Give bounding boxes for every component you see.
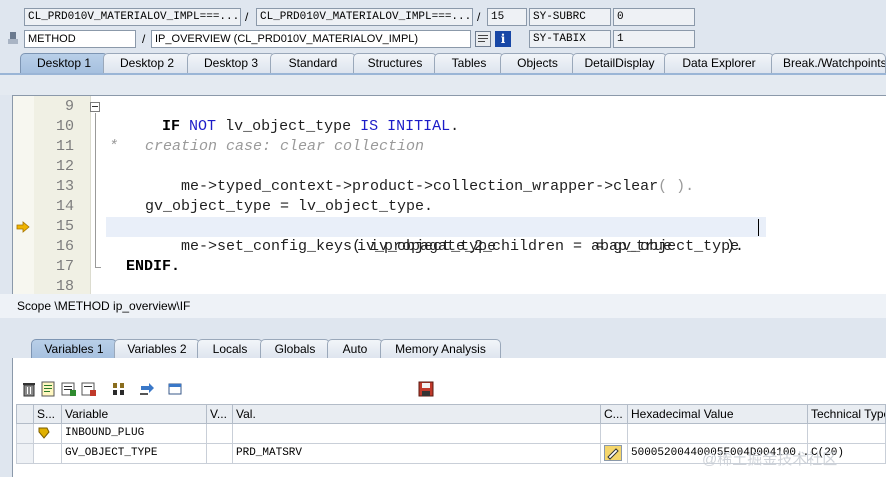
- table-row-change[interactable]: [601, 444, 628, 464]
- tab-globals[interactable]: Globals: [260, 339, 330, 359]
- table-row-v: [207, 444, 233, 464]
- method-icon: [6, 31, 20, 45]
- table-row-value[interactable]: PRD_MATSRV: [233, 444, 601, 464]
- variables-tab-strip: Variables 1 Variables 2 Locals Globals A…: [0, 339, 886, 359]
- table-row-change: [601, 424, 628, 444]
- delete-icon[interactable]: [21, 381, 37, 397]
- table-row-v: [207, 424, 233, 444]
- program-field-left[interactable]: CL_PRD010V_MATERIALOV_IMPL===...: [24, 8, 241, 26]
- transfer-icon[interactable]: [139, 381, 155, 397]
- grid-corner[interactable]: [16, 404, 34, 424]
- tab-tables[interactable]: Tables: [434, 53, 504, 73]
- tab-auto[interactable]: Auto: [327, 339, 383, 359]
- text-view-icon[interactable]: [40, 381, 56, 397]
- separator: /: [142, 32, 146, 46]
- code-line-16: iv_propagate_2_children = abap_true ).: [357, 238, 745, 255]
- tab-variables-2[interactable]: Variables 2: [114, 339, 200, 359]
- tab-desktop-2[interactable]: Desktop 2: [103, 53, 191, 73]
- sysvar-value-field[interactable]: 0: [613, 8, 695, 26]
- sysvar-name-field[interactable]: SY-SUBRC: [529, 8, 611, 26]
- separator: /: [477, 10, 481, 24]
- col-header-change[interactable]: C...: [601, 404, 628, 424]
- detail-icon[interactable]: [61, 381, 77, 397]
- col-header-technical-type[interactable]: Technical Type: [808, 404, 886, 424]
- source-code-icon[interactable]: [475, 31, 491, 47]
- fold-end-mark: [95, 267, 101, 268]
- col-header-variable[interactable]: Variable: [62, 404, 207, 424]
- program-field-right[interactable]: CL_PRD010V_MATERIALOV_IMPL===...: [256, 8, 473, 26]
- col-header-status[interactable]: S...: [34, 404, 62, 424]
- tab-desktop-3[interactable]: Desktop 3: [187, 53, 275, 73]
- keyword: IS: [360, 118, 379, 135]
- line-number-field[interactable]: 15: [487, 8, 527, 26]
- line-number: 10: [55, 118, 74, 135]
- event-name-field[interactable]: IP_OVERVIEW (CL_PRD010V_MATERIALOV_IMPL): [151, 30, 471, 48]
- line-number: 14: [55, 198, 74, 215]
- keyword: IF: [162, 118, 181, 135]
- line-number: 16: [55, 238, 74, 255]
- line-number: 13: [55, 178, 74, 195]
- sysvar-name-field-2[interactable]: SY-TABIX: [529, 30, 611, 48]
- method-call: me->set_config_keys: [181, 238, 353, 255]
- tab-memory-analysis[interactable]: Memory Analysis: [380, 339, 501, 359]
- line-number: 18: [55, 278, 74, 295]
- breakpoint-gutter[interactable]: [13, 96, 35, 295]
- tab-structures[interactable]: Structures: [353, 53, 437, 73]
- swap-icon[interactable]: [111, 381, 127, 397]
- punctuation: .: [450, 118, 460, 135]
- parens: ( ).: [658, 178, 695, 195]
- method-chain: me->typed_context->product->collection_w…: [181, 178, 659, 195]
- tab-variables-1[interactable]: Variables 1: [31, 339, 117, 359]
- current-statement-arrow-icon: [16, 221, 30, 233]
- line-number: 17: [55, 258, 74, 275]
- table-row-value[interactable]: [233, 424, 601, 444]
- tab-breakpoints[interactable]: Break./Watchpoints: [771, 53, 886, 73]
- watermark: @稀土掘金技术社区: [702, 451, 838, 468]
- tab-standard[interactable]: Standard: [270, 53, 356, 73]
- col-header-v[interactable]: V...: [207, 404, 233, 424]
- status-cell: [34, 424, 62, 444]
- line-number: 12: [55, 158, 74, 175]
- tab-objects[interactable]: Objects: [500, 53, 575, 73]
- new-tab-icon[interactable]: [167, 381, 183, 397]
- tab-desktop-1[interactable]: Desktop 1: [20, 53, 108, 73]
- save-icon[interactable]: [418, 381, 434, 397]
- identifier: lv_object_type: [225, 118, 352, 135]
- keyword: INITIAL: [387, 118, 451, 135]
- line-number: 11: [55, 138, 74, 155]
- row-selector[interactable]: [16, 444, 34, 464]
- text-cursor: [758, 219, 759, 236]
- col-header-value[interactable]: Val.: [233, 404, 601, 424]
- table-row-variable[interactable]: GV_OBJECT_TYPE: [62, 444, 207, 464]
- row-selector[interactable]: [16, 424, 34, 444]
- separator: /: [245, 10, 249, 24]
- code-line-11: * creation case: clear collection: [109, 138, 425, 155]
- source-editor[interactable]: 9 10 11 12 13 14 15 16 17 18 IF NOT lv_o…: [12, 95, 886, 295]
- status-cell: [34, 444, 62, 464]
- code-line-14: gv_object_type = lv_object_type.: [145, 198, 434, 215]
- tab-locals[interactable]: Locals: [197, 339, 263, 359]
- fold-line: [95, 113, 96, 268]
- line-number: 9: [64, 98, 74, 115]
- tab-data-explorer[interactable]: Data Explorer: [664, 53, 774, 73]
- line-number: 15: [55, 218, 74, 235]
- fold-minus-icon[interactable]: [90, 102, 100, 112]
- layout-icon[interactable]: [81, 381, 97, 397]
- pencil-icon[interactable]: [604, 445, 622, 461]
- event-type-field[interactable]: METHOD: [24, 30, 136, 48]
- table-row-type: [808, 424, 886, 444]
- col-header-hex[interactable]: Hexadecimal Value: [628, 404, 808, 424]
- code-line-17: ENDIF.: [126, 258, 181, 275]
- table-row-hex: [628, 424, 808, 444]
- info-icon[interactable]: i: [495, 31, 511, 47]
- keyword: NOT: [189, 118, 217, 135]
- desktop-area: [0, 75, 886, 95]
- sysvar-value-field-2[interactable]: 1: [613, 30, 695, 48]
- desktop-tab-strip: Desktop 1 Desktop 2 Desktop 3 Standard S…: [0, 53, 886, 73]
- table-row-variable[interactable]: INBOUND_PLUG: [62, 424, 207, 444]
- tab-detaildisplay[interactable]: DetailDisplay: [572, 53, 667, 73]
- scope-bar: Scope \METHOD ip_overview\IF: [0, 294, 886, 318]
